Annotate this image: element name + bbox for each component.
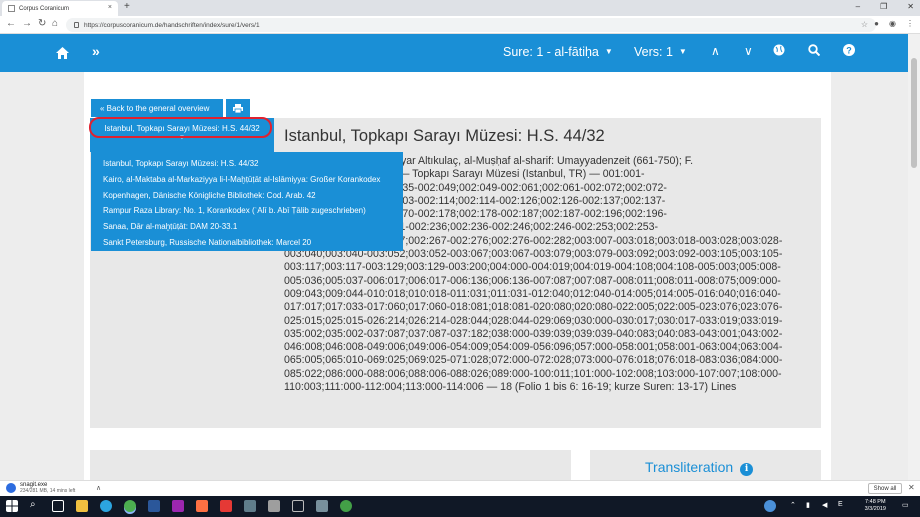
minimize-button[interactable]: – (856, 2, 860, 11)
caret-down-icon: ▼ (678, 47, 687, 56)
app-icon[interactable] (196, 500, 208, 512)
transliteration-label: Transliteration (645, 459, 734, 475)
chrome-icon[interactable] (124, 500, 136, 512)
globe-icon[interactable] (773, 44, 785, 59)
windows-taskbar: ⌕ ⌃ ▮ ◀ E 7:48 PM 3/3/2019 ▭ (0, 496, 920, 517)
description-line: 046:008;046:008-049:006;049:006-054:009;… (284, 341, 783, 354)
vers-select[interactable]: Vers: 1 ▼ (634, 45, 687, 59)
description-line: 110:003;111:000-112:004;113:000-114:006 … (284, 381, 737, 394)
back-arrow-icon[interactable]: ← (6, 18, 16, 29)
image-panel (90, 450, 571, 480)
info-icon[interactable]: i (740, 463, 754, 476)
app-icon[interactable] (292, 500, 304, 512)
taskbar-clock[interactable]: 7:48 PM 3/3/2019 (865, 499, 886, 513)
windows-start-icon[interactable] (6, 500, 18, 512)
browser-navbar: ← → ↻ ⌂ https://corpuscoranicum.de/hands… (0, 16, 920, 34)
clock-date: 3/3/2019 (864, 506, 886, 512)
snagit-tray-icon[interactable] (764, 500, 776, 512)
sure-select-label: Sure: 1 - al-fātiḥa (503, 45, 599, 59)
description-line: 085:022;086:000-088:006;088:006-088:026;… (284, 367, 782, 380)
photos-icon[interactable] (268, 500, 280, 512)
app-icon[interactable] (172, 500, 184, 512)
task-view-icon[interactable] (52, 500, 64, 512)
description-line: 003:117;003:117-003:129;003:129-003:200;… (284, 261, 781, 274)
chevron-down-icon[interactable]: ∨ (744, 44, 753, 58)
app-icon[interactable] (220, 500, 232, 512)
dropdown-item[interactable]: Sanaa, Dār al-maḫṭūṭāt: DAM 20-33.1 (91, 219, 403, 235)
dropdown-item[interactable]: Istanbul, Topkapı Sarayı Müzesi: H.S. 44… (91, 156, 403, 172)
chevron-up-icon[interactable]: ∧ (96, 484, 101, 492)
url-text: https://corpuscoranicum.de/handschriften… (84, 21, 260, 29)
download-status: 234/281 MB, 14 mins left (20, 488, 76, 494)
favicon-icon (8, 5, 15, 12)
download-bar: snagit.exe 234/281 MB, 14 mins left ∧ Sh… (0, 480, 920, 496)
app-icon[interactable] (316, 500, 328, 512)
site-header: » Sure: 1 - al-fātiḥa ▼ Vers: 1 ▼ ∧ ∨ ? (0, 34, 908, 72)
description-line: 017:017;017:033-017:060;017:060-018:081;… (284, 301, 783, 314)
chevron-up-icon[interactable]: ∧ (711, 44, 720, 58)
download-file-icon (6, 483, 16, 493)
dropdown-item[interactable]: Sankt Petersburg, Russische Nationalbibl… (91, 235, 403, 251)
dropdown-item[interactable]: Kairo, al-Maktaba al-Markaziyya li-l-Maḫ… (91, 172, 403, 188)
tab-close-button[interactable]: × (108, 4, 112, 11)
svg-text:?: ? (846, 46, 852, 56)
description-line: 035:002;035:002-037:087;037:087-037:182;… (284, 327, 783, 340)
address-bar[interactable]: https://corpuscoranicum.de/handschriften… (66, 18, 876, 32)
dropdown-item[interactable]: Kopenhagen, Dänische Königliche Biblioth… (91, 188, 403, 204)
new-tab-button[interactable]: + (124, 1, 130, 12)
home-nav-icon[interactable]: ⌂ (52, 18, 58, 29)
sure-select[interactable]: Sure: 1 - al-fātiḥa ▼ (503, 45, 613, 59)
menu-kebab-icon[interactable]: ⋮ (906, 19, 914, 28)
profile-icon[interactable]: ◉ (889, 19, 896, 28)
telegram-icon[interactable] (100, 500, 112, 512)
reload-icon[interactable]: ↻ (38, 18, 46, 29)
vers-select-label: Vers: 1 (634, 45, 673, 59)
caret-down-icon: ▼ (604, 47, 613, 56)
home-icon[interactable] (56, 46, 69, 64)
browser-tabstrip: Corpus Coranicum × + – ❐ ✕ (0, 0, 920, 16)
expand-menu-button[interactable]: » (92, 43, 100, 59)
dropdown-item[interactable]: Rampur Raza Library: No. 1, Korankodex (… (91, 203, 403, 219)
close-window-button[interactable]: ✕ (907, 2, 914, 11)
back-to-overview-button[interactable]: « Back to the general overview (91, 99, 223, 117)
file-explorer-icon[interactable] (76, 500, 88, 512)
app-icon[interactable] (244, 500, 256, 512)
page-scrollbar[interactable] (908, 34, 920, 480)
browser-tab[interactable]: Corpus Coranicum × (2, 1, 118, 16)
transliteration-heading[interactable]: Transliteration i (645, 459, 754, 476)
bookmark-star-icon[interactable]: ☆ (861, 20, 868, 29)
description-line: 005:036;005:037-006:017;006:017-006:136;… (284, 274, 781, 287)
search-icon[interactable] (808, 44, 821, 59)
close-download-bar-button[interactable]: ✕ (908, 483, 915, 492)
description-line: 065:005;065:010-069:025;069:025-071:028;… (284, 354, 783, 367)
scrollbar-thumb[interactable] (911, 58, 917, 168)
language-indicator[interactable]: E (838, 501, 843, 508)
volume-icon[interactable]: ◀ (822, 501, 827, 509)
show-all-button[interactable]: Show all (868, 483, 902, 494)
notifications-icon[interactable]: ▭ (902, 501, 909, 509)
window-controls: – ❐ ✕ (856, 2, 914, 11)
search-icon[interactable]: ⌕ (30, 499, 42, 511)
print-button[interactable] (226, 99, 250, 117)
help-icon[interactable]: ? (843, 44, 855, 59)
manuscript-title: Istanbul, Topkapı Sarayı Müzesi: H.S. 44… (284, 127, 605, 145)
description-line: 025:015;025:015-026:214;026:214-028:044;… (284, 314, 783, 327)
description-line: 009:043;009:044-010:018;010:018-011:031;… (284, 287, 781, 300)
print-icon (233, 103, 243, 113)
lock-icon (74, 22, 79, 28)
network-icon[interactable]: ▮ (806, 501, 810, 509)
clock-time: 7:48 PM (865, 499, 886, 505)
maximize-button[interactable]: ❐ (880, 2, 887, 11)
annotation-highlight-ring (89, 117, 272, 138)
tab-title: Corpus Coranicum (19, 5, 70, 12)
browser-extensions: ● ◉ ⋮ (874, 19, 914, 28)
manuscript-dropdown-menu: Istanbul, Topkapı Sarayı Müzesi: H.S. 44… (91, 152, 403, 251)
app-icon[interactable] (340, 500, 352, 512)
word-icon[interactable] (148, 500, 160, 512)
tray-chevron-icon[interactable]: ⌃ (790, 501, 796, 509)
extension-icon[interactable]: ● (874, 19, 879, 28)
download-item[interactable]: snagit.exe 234/281 MB, 14 mins left (6, 482, 75, 494)
forward-arrow-icon[interactable]: → (22, 18, 32, 29)
